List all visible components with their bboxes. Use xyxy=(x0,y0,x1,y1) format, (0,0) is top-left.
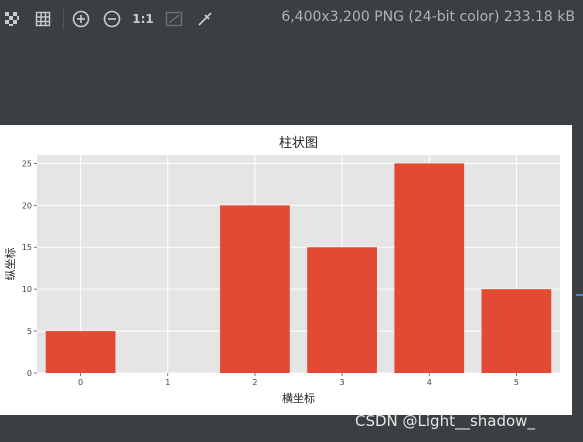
y-tick-label: 25 xyxy=(22,159,32,168)
y-tick-label: 10 xyxy=(22,285,32,294)
x-tick-label: 2 xyxy=(252,378,257,387)
actual-size-icon[interactable]: 1:1 xyxy=(132,12,154,26)
bar xyxy=(394,163,465,373)
y-tick-label: 0 xyxy=(27,369,32,378)
image-info-text: 6,400x3,200 PNG (24-bit color) 233.18 kB xyxy=(281,9,575,25)
zoom-out-icon[interactable] xyxy=(101,8,123,30)
bar-chart: 0 1 2 3 4 5 0 5 10 15 20 25 柱状图横坐标 纵坐标 xyxy=(3,136,560,405)
bar xyxy=(45,331,116,373)
chart-title: 柱状图 xyxy=(279,136,318,151)
bar xyxy=(481,289,552,373)
fit-window-icon[interactable] xyxy=(163,8,185,30)
y-axis-label: 纵坐标 xyxy=(3,248,17,281)
bar xyxy=(220,205,290,373)
image-viewer: 1:1 6,400x3,200 PNG (24-bit color) 233.1… xyxy=(0,0,583,442)
x-tick-label: 4 xyxy=(427,378,432,387)
zoom-in-icon[interactable] xyxy=(70,8,92,30)
x-tick-label: 1 xyxy=(165,378,170,387)
y-tick-label: 20 xyxy=(22,201,32,210)
bar xyxy=(307,247,377,373)
grid-icon[interactable] xyxy=(32,8,54,30)
y-tick-label: 15 xyxy=(22,243,32,252)
x-axis-label: 横坐标 xyxy=(282,391,315,405)
image-canvas: 0 1 2 3 4 5 0 5 10 15 20 25 柱状图横坐标 纵坐标 xyxy=(0,125,572,415)
watermark-text: CSDN @Light__shadow_ xyxy=(355,412,535,430)
scroll-indicator[interactable] xyxy=(576,294,583,296)
chessboard-icon[interactable] xyxy=(1,8,23,30)
y-tick-label: 5 xyxy=(27,327,32,336)
x-tick-label: 3 xyxy=(340,378,345,387)
color-picker-icon[interactable] xyxy=(194,8,216,30)
toolbar-separator xyxy=(63,9,64,29)
x-tick-label: 0 xyxy=(78,378,83,387)
x-tick-label: 5 xyxy=(514,378,519,387)
image-toolbar: 1:1 6,400x3,200 PNG (24-bit color) 233.1… xyxy=(0,0,583,38)
